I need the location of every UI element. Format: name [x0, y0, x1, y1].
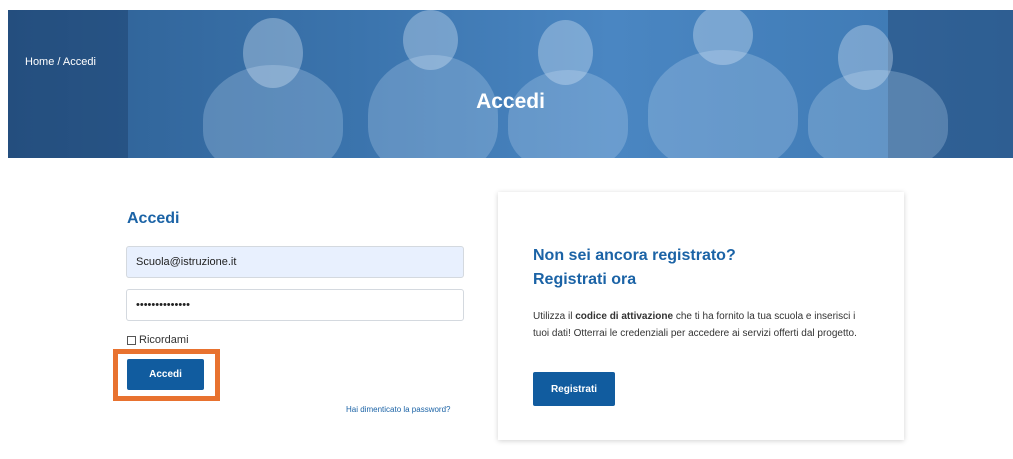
register-heading-line1: Non sei ancora registrato?: [533, 247, 736, 264]
breadcrumb: Home / Accedi: [25, 56, 96, 68]
login-button[interactable]: Accedi: [127, 359, 204, 390]
register-description: Utilizza il codice di attivazione che ti…: [533, 308, 863, 342]
breadcrumb-current: Accedi: [62, 56, 96, 68]
banner-photo-figure: [838, 25, 893, 90]
register-card: Non sei ancora registrato? Registrati or…: [498, 192, 904, 440]
banner-photo-figure: [243, 18, 303, 88]
breadcrumb-separator: /: [54, 56, 63, 68]
register-button[interactable]: Registrati: [533, 372, 615, 406]
remember-checkbox[interactable]: [127, 335, 136, 345]
remember-me[interactable]: Ricordami: [127, 334, 189, 346]
remember-label: Ricordami: [139, 334, 189, 346]
email-field[interactable]: Scuola@istruzione.it: [126, 246, 464, 278]
page-title: Accedi: [476, 90, 545, 113]
banner-photo-figure: [403, 10, 458, 70]
login-heading: Accedi: [127, 210, 180, 227]
banner-shade-left: [8, 10, 128, 158]
activation-code-emphasis: codice di attivazione: [575, 311, 674, 322]
breadcrumb-home-link[interactable]: Home: [25, 56, 54, 68]
password-field[interactable]: ••••••••••••••: [126, 289, 464, 321]
banner-photo-figure: [538, 20, 593, 85]
register-heading: Non sei ancora registrato? Registrati or…: [533, 244, 736, 292]
forgot-password-link[interactable]: Hai dimenticato la password?: [346, 405, 451, 414]
register-text-before: Utilizza il: [533, 311, 576, 322]
register-heading-line2: Registrati ora: [533, 271, 637, 288]
hero-banner: Home / Accedi Accedi: [8, 10, 1013, 158]
